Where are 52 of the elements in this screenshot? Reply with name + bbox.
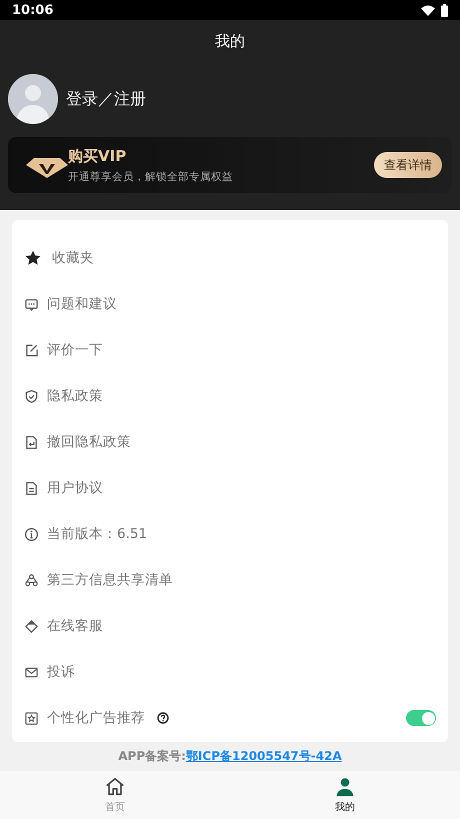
menu-item[interactable]: 投诉 — [12, 649, 448, 695]
menu-item[interactable]: 用户协议 — [12, 465, 448, 511]
document-icon — [24, 480, 39, 496]
menu-label: 问题和建议 — [47, 295, 117, 313]
menu-item[interactable]: 撤回隐私政策 — [12, 419, 448, 465]
menu-item[interactable]: 评价一下 — [12, 327, 448, 373]
menu-item[interactable]: 在线客服 — [12, 603, 448, 649]
menu-label: 收藏夹 — [52, 249, 94, 267]
status-time: 10:06 — [12, 2, 54, 18]
star-icon — [24, 249, 42, 267]
menu-item[interactable]: 收藏夹 — [12, 235, 448, 281]
menu-item[interactable]: 问题和建议 — [12, 281, 448, 327]
menu-label: 当前版本：6.51 — [47, 525, 148, 543]
info-icon — [24, 526, 39, 542]
vip-banner[interactable]: 购买VIP 开通尊享会员，解锁全部专属权益 查看详情 — [8, 137, 452, 193]
filing-number-link[interactable]: 鄂ICP备12005547号-42A — [186, 749, 342, 763]
menu-label: 评价一下 — [47, 341, 103, 359]
avatar[interactable] — [8, 74, 58, 124]
document-return-icon — [24, 434, 39, 450]
login-link[interactable]: 登录／注册 — [66, 88, 146, 110]
battery-icon — [441, 4, 448, 16]
tab-item[interactable]: 首页 — [0, 771, 230, 819]
menu-label: 个性化广告推荐 — [47, 709, 145, 727]
vip-subtitle: 开通尊享会员，解锁全部专属权益 — [68, 170, 233, 184]
person-icon — [334, 776, 356, 798]
menu-label: 隐私政策 — [47, 387, 103, 405]
view-details-button[interactable]: 查看详情 — [374, 152, 442, 178]
share-nodes-icon — [24, 572, 39, 588]
home-icon — [104, 776, 126, 798]
mail-icon — [24, 664, 39, 680]
filing-label: APP备案号: — [118, 749, 186, 763]
menu-label: 撤回隐私政策 — [47, 433, 131, 451]
vip-title: 购买VIP — [68, 146, 126, 166]
menu-item[interactable]: 当前版本：6.51 — [12, 511, 448, 557]
menu-item[interactable]: 隐私政策 — [12, 373, 448, 419]
chat-bubble-icon — [24, 296, 39, 312]
menu-item[interactable]: 个性化广告推荐 — [12, 695, 448, 741]
tag-icon — [24, 618, 39, 634]
tab-item[interactable]: 我的 — [230, 771, 460, 819]
menu-item[interactable]: 第三方信息共享清单 — [12, 557, 448, 603]
menu-label: 用户协议 — [47, 479, 103, 497]
menu-label: 第三方信息共享清单 — [47, 571, 173, 589]
help-icon[interactable] — [157, 712, 169, 724]
menu-label: 投诉 — [47, 663, 75, 681]
page-title: 我的 — [215, 32, 245, 51]
edit-icon — [24, 342, 39, 358]
vip-diamond-icon — [26, 158, 68, 178]
wifi-icon — [421, 4, 435, 16]
shield-check-icon — [24, 388, 39, 404]
menu-label: 在线客服 — [47, 617, 103, 635]
toggle-switch[interactable] — [406, 710, 436, 726]
star-badge-icon — [24, 710, 39, 726]
